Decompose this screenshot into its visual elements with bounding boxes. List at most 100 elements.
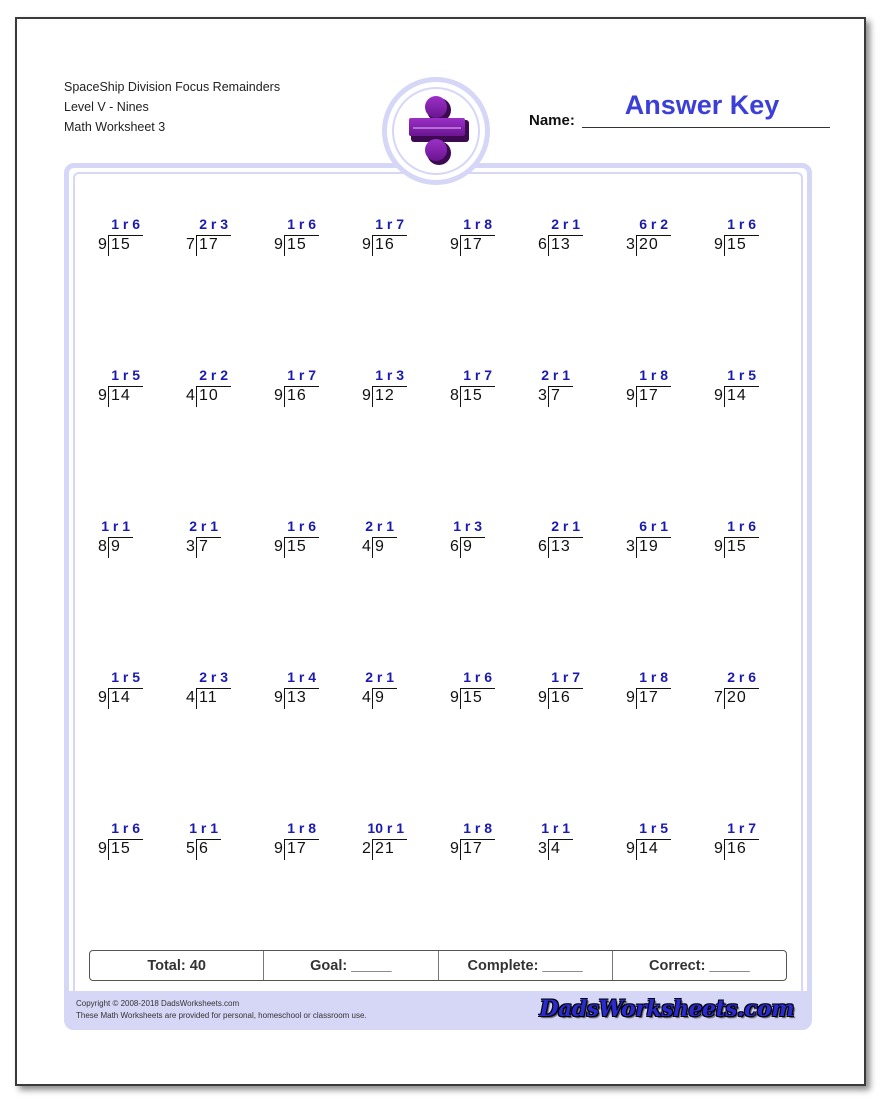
- answer-quotient: 2 r 1: [551, 216, 580, 232]
- answer-quotient: 2 r 2: [199, 367, 228, 383]
- divisor: 9: [714, 236, 723, 253]
- dividend: 4: [551, 840, 561, 857]
- dividend: 17: [287, 840, 307, 857]
- division-problem: 2 r 1 6 13: [538, 518, 618, 562]
- usage-line: These Math Worksheets are provided for p…: [76, 1011, 367, 1020]
- name-field-line[interactable]: [582, 127, 830, 128]
- divisor: 9: [274, 689, 283, 706]
- answer-quotient: 2 r 3: [199, 216, 228, 232]
- division-problem: 1 r 4 9 13: [274, 669, 354, 713]
- answer-quotient: 1 r 3: [453, 518, 482, 534]
- division-problem: 1 r 8 9 17: [274, 820, 354, 864]
- answer-quotient: 2 r 6: [727, 669, 756, 685]
- divisor: 9: [274, 840, 283, 857]
- answer-quotient: 10 r 1: [367, 820, 404, 836]
- copyright-text: Copyright © 2008-2018 DadsWorksheets.com…: [76, 998, 367, 1022]
- divisor: 9: [450, 236, 459, 253]
- dividend: 13: [551, 538, 571, 555]
- score-total: Total: 40: [90, 951, 265, 980]
- dividend: 21: [375, 840, 395, 857]
- answer-quotient: 1 r 6: [463, 669, 492, 685]
- division-problem: 1 r 7 9 16: [362, 216, 442, 260]
- division-problem: 1 r 6 9 15: [714, 216, 794, 260]
- answer-quotient: 1 r 4: [287, 669, 316, 685]
- dividend: 15: [111, 840, 131, 857]
- division-problem: 1 r 6 9 15: [98, 820, 178, 864]
- problems-frame: [64, 163, 812, 1030]
- worksheet-number: Math Worksheet 3: [64, 120, 166, 134]
- answer-quotient: 1 r 6: [727, 216, 756, 232]
- dividend: 15: [463, 689, 483, 706]
- score-complete[interactable]: Complete: _____: [439, 951, 613, 980]
- worksheet-level: Level V - Nines: [64, 100, 149, 114]
- division-problem: 1 r 5 9 14: [98, 669, 178, 713]
- divisor: 9: [98, 689, 107, 706]
- divisor: 8: [98, 538, 107, 555]
- divisor: 9: [714, 840, 723, 857]
- divisor: 4: [186, 387, 195, 404]
- answer-quotient: 2 r 1: [365, 518, 394, 534]
- division-problem: 2 r 6 7 20: [714, 669, 794, 713]
- divisor: 9: [538, 689, 547, 706]
- divisor: 9: [362, 236, 371, 253]
- division-problem: 1 r 6 9 15: [98, 216, 178, 260]
- division-problem: 6 r 1 3 19: [626, 518, 706, 562]
- divisor: 9: [98, 840, 107, 857]
- dividend: 16: [287, 387, 307, 404]
- logo-badge: [382, 77, 490, 185]
- answer-quotient: 1 r 8: [639, 367, 668, 383]
- division-problem: 1 r 8 9 17: [450, 820, 530, 864]
- dividend: 7: [199, 538, 209, 555]
- answer-quotient: 1 r 5: [727, 367, 756, 383]
- brand-logo[interactable]: DadsWorksheets.com: [540, 996, 795, 1022]
- dividend: 12: [375, 387, 395, 404]
- dividend: 17: [463, 236, 483, 253]
- dividend: 17: [463, 840, 483, 857]
- score-goal[interactable]: Goal: _____: [264, 951, 439, 980]
- answer-quotient: 1 r 8: [639, 669, 668, 685]
- divisor: 9: [98, 387, 107, 404]
- divisor: 4: [362, 538, 371, 555]
- divisor: 9: [98, 236, 107, 253]
- dividend: 15: [287, 236, 307, 253]
- dividend: 9: [375, 689, 385, 706]
- answer-quotient: 1 r 8: [463, 216, 492, 232]
- dividend: 15: [287, 538, 307, 555]
- answer-quotient: 1 r 7: [375, 216, 404, 232]
- dividend: 13: [287, 689, 307, 706]
- divisor: 9: [274, 538, 283, 555]
- dividend: 17: [639, 387, 659, 404]
- division-problem: 2 r 1 37: [538, 367, 618, 411]
- dividend: 15: [111, 236, 131, 253]
- divisor: 9: [450, 840, 459, 857]
- divisor: 7: [714, 689, 723, 706]
- division-problem: 1 r 3 9 12: [362, 367, 442, 411]
- dividend: 9: [463, 538, 473, 555]
- dividend: 7: [551, 387, 561, 404]
- dividend: 17: [199, 236, 219, 253]
- dividend: 14: [111, 387, 131, 404]
- divisor: 9: [714, 387, 723, 404]
- division-problem: 1 r 7 9 16: [714, 820, 794, 864]
- dividend: 16: [551, 689, 571, 706]
- division-problem: 1 r 1 89: [98, 518, 178, 562]
- answer-quotient: 2 r 1: [365, 669, 394, 685]
- answer-quotient: 1 r 5: [111, 669, 140, 685]
- division-problem: 10 r 1 2 21: [362, 820, 442, 864]
- score-correct[interactable]: Correct: _____: [613, 951, 786, 980]
- score-bar: Total: 40 Goal: _____ Complete: _____ Co…: [89, 950, 787, 981]
- divisor: 3: [186, 538, 195, 555]
- answer-quotient: 6 r 2: [639, 216, 668, 232]
- division-problem: 1 r 8 9 17: [626, 669, 706, 713]
- dividend: 9: [375, 538, 385, 555]
- dividend: 19: [639, 538, 659, 555]
- dividend: 16: [375, 236, 395, 253]
- answer-quotient: 1 r 1: [541, 820, 570, 836]
- divisor: 5: [186, 840, 195, 857]
- answer-quotient: 1 r 1: [101, 518, 130, 534]
- divisor: 4: [362, 689, 371, 706]
- dividend: 17: [639, 689, 659, 706]
- division-problem: 1 r 8 9 17: [626, 367, 706, 411]
- division-problem: 2 r 1 49: [362, 669, 442, 713]
- name-label: Name:: [529, 112, 575, 129]
